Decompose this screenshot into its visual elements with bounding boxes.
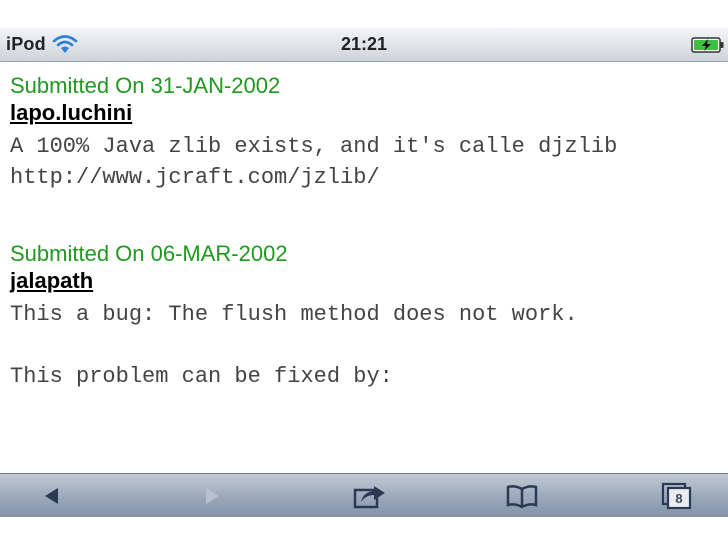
- comment-body: This a bug: The flush method does not wo…: [10, 302, 578, 389]
- browser-toolbar: 8: [0, 473, 728, 517]
- page-content: Submitted On 31-JAN-2002 lapo.luchini A …: [0, 63, 728, 473]
- mobile-safari-screen: iPod 21:21 Submitted On 31-JAN-2002 lapo…: [0, 0, 728, 546]
- status-time: 21:21: [340, 34, 388, 54]
- back-arrow-icon: [45, 488, 58, 504]
- forward-arrow-icon: [206, 488, 219, 504]
- share-button[interactable]: [340, 474, 400, 518]
- bookmarks-icon: [506, 485, 538, 509]
- submitted-date: Submitted On 31-JAN-2002: [10, 73, 281, 98]
- share-icon: [353, 486, 385, 509]
- comment-body: A 100% Java zlib exists, and it's calle …: [10, 134, 618, 190]
- back-button[interactable]: [22, 474, 82, 518]
- pages-icon: 8: [661, 482, 692, 510]
- status-bar: iPod 21:21: [0, 28, 728, 62]
- comment-entry: Submitted On 31-JAN-2002 lapo.luchini A …: [10, 73, 728, 193]
- forward-button[interactable]: [182, 474, 242, 518]
- comment-entry: Submitted On 06-MAR-2002 jalapath This a…: [10, 241, 728, 392]
- battery-charging-icon: [691, 37, 724, 53]
- author-link[interactable]: lapo.luchini: [10, 99, 132, 127]
- bookmarks-button[interactable]: [492, 474, 552, 518]
- pages-button[interactable]: 8: [646, 474, 706, 518]
- author-link[interactable]: jalapath: [10, 267, 93, 295]
- submitted-date: Submitted On 06-MAR-2002: [10, 241, 288, 266]
- pages-count: 8: [675, 491, 682, 506]
